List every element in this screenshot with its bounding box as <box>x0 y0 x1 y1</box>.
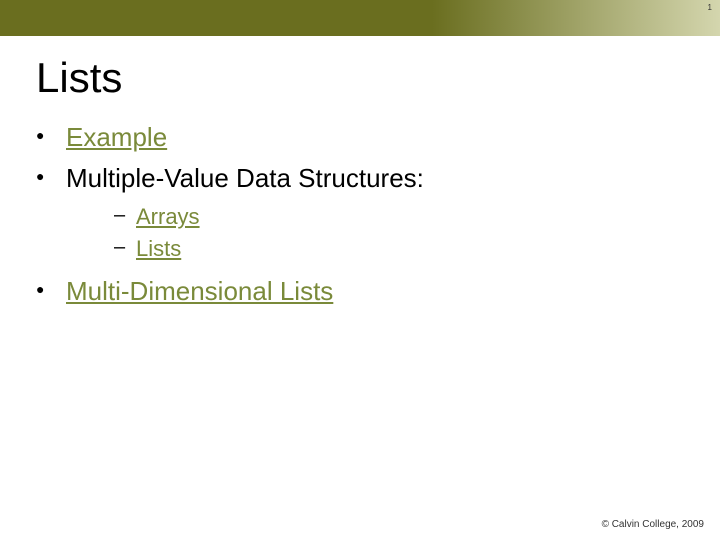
text-multivalue: Multiple-Value Data Structures: <box>66 163 424 193</box>
bullet-item-multivalue: Multiple-Value Data Structures: Arrays L… <box>36 161 720 263</box>
link-example[interactable]: Example <box>66 122 167 152</box>
bullet-list: Example Multiple-Value Data Structures: … <box>36 120 720 309</box>
sub-bullet-lists: Lists <box>114 234 720 264</box>
link-arrays[interactable]: Arrays <box>136 204 200 229</box>
footer-copyright: © Calvin College, 2009 <box>602 519 704 530</box>
header-bar: 1 <box>0 0 720 36</box>
link-lists[interactable]: Lists <box>136 236 181 261</box>
page-number: 1 <box>708 3 712 12</box>
bullet-item-multidim: Multi-Dimensional Lists <box>36 274 720 309</box>
slide-title: Lists <box>36 54 720 102</box>
link-multidim[interactable]: Multi-Dimensional Lists <box>66 276 333 306</box>
sub-bullet-list: Arrays Lists <box>114 202 720 263</box>
sub-bullet-arrays: Arrays <box>114 202 720 232</box>
bullet-item-example: Example <box>36 120 720 155</box>
